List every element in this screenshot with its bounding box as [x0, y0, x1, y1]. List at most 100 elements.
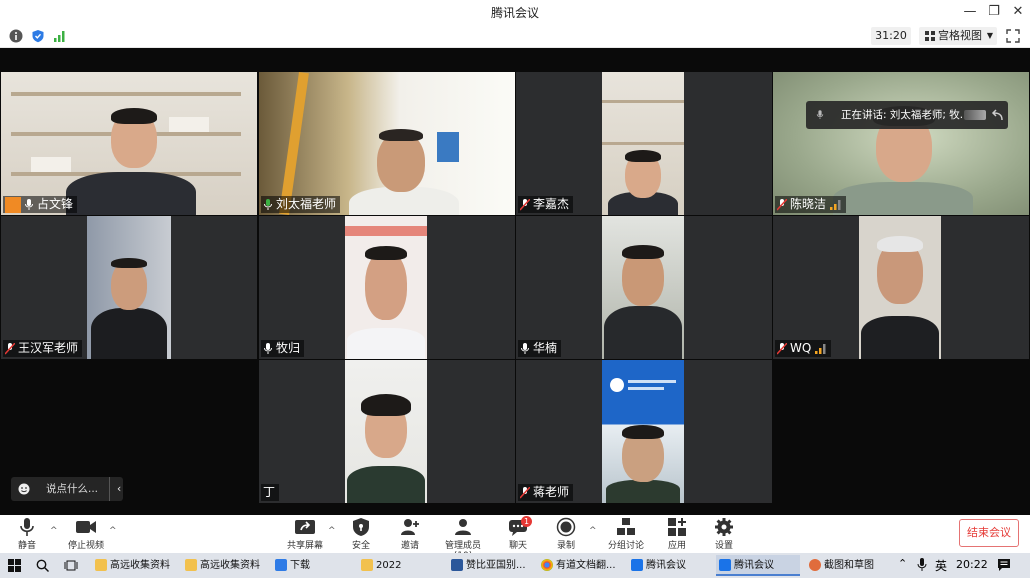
record-button[interactable]: 录制 [553, 517, 579, 551]
participant-name: 蒋老师 [533, 485, 570, 499]
participant-nametag: 蒋老师 [518, 484, 574, 501]
host-icon [5, 196, 21, 213]
members-icon [455, 519, 471, 535]
gear-icon [715, 518, 733, 536]
stop-video-button[interactable]: 停止视频 [66, 517, 106, 551]
chat-button[interactable]: 聊天 1 [503, 516, 533, 551]
invite-label: 邀请 [400, 541, 419, 551]
meeting-toolbar: 静音 ^ 停止视频 ^ 共享屏幕 ^ 安全 邀请 管理成员(10) 聊天 1 [0, 515, 1030, 561]
participant-name: 华楠 [533, 341, 558, 355]
notification-icon[interactable] [997, 558, 1011, 572]
shield-icon[interactable] [31, 29, 45, 43]
taskbar-item-label: 腾讯会议 [646, 560, 686, 571]
mic-muted-icon [520, 486, 530, 499]
mic-icon [816, 110, 824, 119]
video-tile[interactable]: 华楠 [516, 216, 772, 359]
chevron-up-icon[interactable]: ^ [109, 526, 117, 536]
taskbar-item-label: 赞比亚国别... [466, 560, 526, 571]
close-icon[interactable]: ✕ [1004, 0, 1030, 24]
taskbar-item[interactable]: 下载 [272, 555, 354, 576]
end-meeting-button[interactable]: 结束会议 [959, 519, 1019, 547]
chat-placeholder: 说点什么... [46, 483, 99, 495]
chevron-up-icon[interactable]: ^ [328, 526, 336, 536]
participant-nametag: WQ [775, 340, 832, 357]
windows-start-icon[interactable] [8, 559, 21, 572]
network-signal-icon[interactable] [53, 29, 67, 43]
mic-muted-icon [520, 198, 530, 211]
settings-label: 设置 [714, 541, 733, 551]
participant-name: 刘太福老师 [276, 197, 337, 211]
taskbar-item[interactable]: 腾讯会议 [628, 555, 712, 576]
taskbar-item-label: 有道文档翻... [556, 560, 616, 571]
video-tile[interactable]: 占文锋 [1, 72, 257, 215]
task-view-icon[interactable] [64, 559, 78, 572]
participant-video [1, 72, 257, 215]
speaking-text: 正在讲话: 刘太福老师; 牧... [841, 109, 970, 121]
stop-video-label: 停止视频 [67, 541, 104, 551]
chrome-icon [541, 559, 553, 571]
search-icon[interactable] [36, 559, 49, 572]
collapse-arrow-icon[interactable] [990, 109, 1003, 121]
taskbar-item[interactable]: 赞比亚国别... [448, 555, 532, 576]
taskbar-item[interactable]: 高远收集资料 [92, 555, 180, 576]
participant-nametag: 陈晓洁 [775, 196, 847, 213]
chevron-left-icon[interactable]: ‹ [117, 477, 121, 501]
taskbar-item[interactable]: 腾讯会议 [716, 555, 800, 576]
video-tile[interactable]: 李嘉杰 [516, 72, 772, 215]
window-title: 腾讯会议 [490, 6, 539, 20]
mute-button[interactable]: 静音 [12, 517, 42, 551]
chevron-up-icon[interactable]: ^ [589, 526, 597, 536]
video-tile[interactable]: 丁 [259, 360, 515, 503]
chat-quick-input[interactable]: 说点什么... ‹ [11, 477, 123, 501]
breakout-rooms-button[interactable]: 分组讨论 [606, 517, 646, 551]
apps-icon [668, 518, 686, 536]
folder-icon [95, 559, 107, 571]
ime-indicator[interactable]: 英 [935, 557, 947, 574]
clock[interactable]: 20:22 [956, 558, 988, 571]
video-tile[interactable]: 刘太福老师 [259, 72, 515, 215]
settings-button[interactable]: 设置 [709, 517, 739, 551]
taskbar-item-label: 2022 [376, 560, 402, 571]
record-label: 录制 [556, 541, 575, 551]
mic-icon [264, 342, 272, 354]
participant-nametag: 刘太福老师 [261, 196, 341, 213]
video-tile[interactable]: 王汉军老师 [1, 216, 257, 359]
participant-video [87, 216, 171, 359]
speaker-avatars [964, 110, 986, 120]
emoji-icon[interactable] [18, 483, 30, 495]
mic-muted-icon [5, 342, 15, 355]
share-screen-icon [295, 520, 315, 534]
video-tile[interactable]: 陈晓洁 [773, 72, 1029, 215]
info-bar: 31:20 宫格视图 ▼ [0, 24, 1030, 48]
folder-icon [361, 559, 373, 571]
participant-nametag: 丁 [261, 484, 280, 501]
apps-button[interactable]: 应用 [662, 517, 692, 551]
breakout-icon [617, 518, 635, 535]
participant-video [859, 216, 941, 359]
info-icon[interactable] [9, 29, 23, 43]
video-tile[interactable]: 牧归 [259, 216, 515, 359]
security-button[interactable]: 安全 [346, 517, 376, 551]
video-tile[interactable]: WQ [773, 216, 1029, 359]
taskbar-item[interactable]: 2022 [358, 555, 440, 576]
view-mode-dropdown[interactable]: 宫格视图 ▼ [919, 27, 997, 45]
divider [109, 477, 110, 501]
share-screen-button[interactable]: 共享屏幕 [285, 517, 325, 551]
download-icon [275, 559, 287, 571]
taskbar-item[interactable]: 高远收集资料 [182, 555, 270, 576]
taskbar-item-label: 腾讯会议 [734, 560, 774, 571]
taskbar-item[interactable]: 截图和草图 [806, 555, 890, 576]
participant-video [602, 216, 684, 359]
participant-video [345, 216, 427, 359]
chevron-up-icon[interactable]: ^ [50, 526, 58, 536]
taskbar-item-label: 截图和草图 [824, 560, 874, 571]
shield-icon [353, 518, 369, 536]
security-label: 安全 [351, 541, 370, 551]
chevron-up-icon[interactable]: ⌃ [898, 557, 907, 570]
participant-video [773, 72, 1029, 215]
invite-button[interactable]: 邀请 [395, 517, 425, 551]
taskbar-item[interactable]: 有道文档翻... [538, 555, 622, 576]
fullscreen-icon[interactable] [1006, 29, 1020, 43]
mic-tray-icon[interactable] [917, 558, 927, 572]
video-tile[interactable]: 蒋老师 [516, 360, 772, 503]
